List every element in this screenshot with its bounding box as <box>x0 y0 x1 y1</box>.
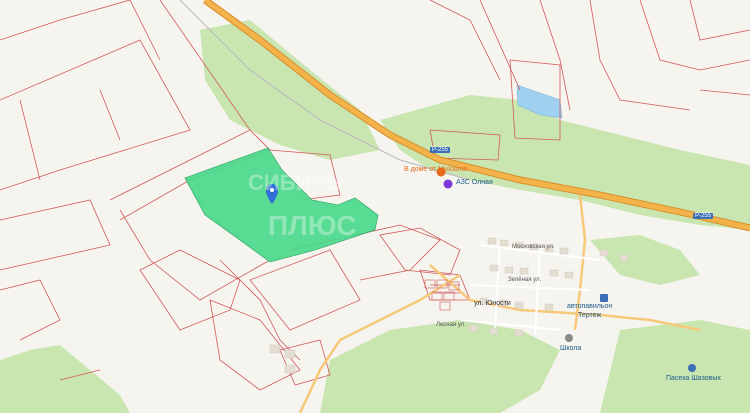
map-canvas <box>0 0 750 413</box>
highway-badge-main: P-255 <box>693 213 714 219</box>
street-lesnaya: Лесная ул. <box>436 322 466 328</box>
forest-north-band <box>380 95 750 230</box>
selected-parcel[interactable] <box>184 147 379 263</box>
school-label[interactable]: Школа <box>560 345 581 352</box>
bus-station-label-2[interactable]: Тертеж <box>578 312 601 319</box>
forest-northwest <box>200 20 380 160</box>
school-icon[interactable] <box>565 334 573 342</box>
forest-southeast <box>600 320 750 413</box>
map-view[interactable]: СИБИРЬ ПЛЮС P-255 P-255 В доме от Михаил… <box>0 0 750 413</box>
cafe-label[interactable]: В доме от Михаила <box>404 166 467 173</box>
forest-south <box>320 320 560 413</box>
street-moskovskaya: Московская ул. <box>512 244 555 250</box>
watermark-line2: ПЛЮС <box>268 210 357 241</box>
apiary-icon[interactable] <box>688 364 696 372</box>
street-zelenaya: Зелёная ул. <box>508 277 542 283</box>
bus-station-label-1[interactable]: автопавильон <box>567 303 612 310</box>
gas-station-label[interactable]: АЗС Олная <box>456 179 493 186</box>
bus-stop-icon[interactable] <box>600 294 608 302</box>
highway-badge-north: P-255 <box>430 147 451 153</box>
gas-station-icon[interactable] <box>443 179 453 189</box>
apiary-label[interactable]: Пасека Шазовых <box>666 375 721 382</box>
forest-east-patch <box>590 235 700 285</box>
watermark-line1: СИБИРЬ <box>248 170 342 195</box>
street-yunosti: ул. Юности <box>474 300 511 307</box>
